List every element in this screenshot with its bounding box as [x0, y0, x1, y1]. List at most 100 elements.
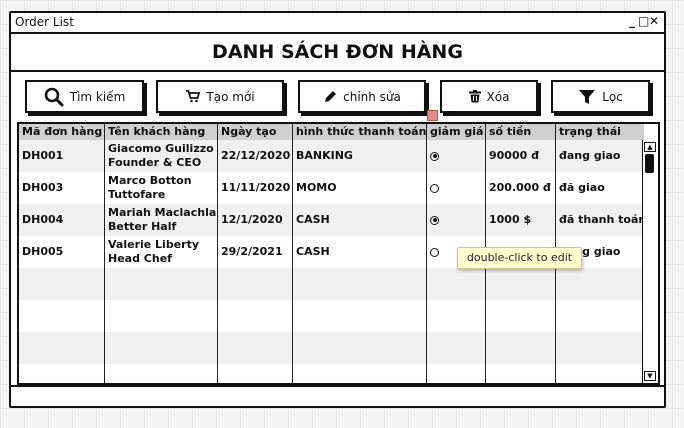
- close-button[interactable]: ✕: [649, 14, 660, 28]
- cell-date: 12/1/2020: [218, 204, 292, 236]
- minimize-button[interactable]: _: [627, 14, 638, 28]
- order-amount: 1000 $: [489, 213, 532, 226]
- search-button-label: Tìm kiếm: [69, 89, 126, 104]
- customer-name: Valerie Liberty: [108, 238, 200, 251]
- search-button[interactable]: Tìm kiếm: [25, 80, 144, 113]
- cell-customer: Giacomo Guilizzo Founder & CEO: [105, 140, 217, 172]
- cell-customer: Valerie Liberty Head Chef: [105, 236, 217, 268]
- page-heading: DANH SÁCH ĐƠN HÀNG: [11, 34, 664, 72]
- window-titlebar: Order List _ □✕: [11, 13, 664, 34]
- cell-order-id: DH001: [19, 140, 104, 172]
- cell-order-id: DH003: [19, 172, 104, 204]
- filter-icon: [578, 88, 596, 106]
- cell-payment: CASH: [293, 204, 426, 236]
- cell-status: đang giao: [556, 140, 644, 172]
- cell-amount: 90000 đ: [486, 140, 555, 172]
- order-date: 22/12/2020: [221, 149, 291, 162]
- customer-title: Better Half: [108, 220, 177, 233]
- scroll-thumb[interactable]: [645, 154, 654, 173]
- table-row[interactable]: [19, 364, 644, 383]
- col-header-date[interactable]: Ngày tạo: [218, 124, 292, 140]
- order-id: DH003: [22, 181, 64, 194]
- order-list-window: Order List _ □✕ DANH SÁCH ĐƠN HÀNG Tìm ki…: [9, 11, 666, 408]
- order-date: 11/11/2020: [221, 181, 291, 194]
- cell-amount: 200.000 đ: [486, 172, 555, 204]
- create-button-label: Tạo mới: [206, 89, 255, 104]
- col-header-order-id[interactable]: Mã đơn hàng: [19, 124, 104, 140]
- edit-marker-icon: [427, 110, 438, 121]
- column-divider: [292, 124, 293, 383]
- payment-method: BANKING: [296, 149, 353, 162]
- col-header-discount[interactable]: giảm giá: [427, 124, 485, 140]
- delete-button-label: Xóa: [486, 89, 510, 104]
- table-row[interactable]: [19, 332, 644, 364]
- discount-radio[interactable]: [430, 183, 439, 193]
- table-row[interactable]: [19, 300, 644, 332]
- table-scrollbar[interactable]: ▲ ▼: [642, 140, 658, 383]
- cell-customer: Marco Botton Tuttofare: [105, 172, 217, 204]
- payment-method: CASH: [296, 245, 330, 258]
- order-id: DH004: [22, 213, 64, 226]
- table-row[interactable]: DH003 Marco Botton Tuttofare 11/11/2020 MOMO…: [19, 172, 644, 204]
- cell-order-id: DH005: [19, 236, 104, 268]
- customer-title: Tuttofare: [108, 188, 166, 201]
- table-row[interactable]: DH001 Giacomo Guilizzo Founder & CEO 22/12/…: [19, 140, 644, 172]
- table-header: Mã đơn hàng Tên khách hàng Ngày tạo hình…: [19, 124, 644, 141]
- customer-name: Marco Botton: [108, 174, 192, 187]
- cell-payment: MOMO: [293, 172, 426, 204]
- order-status: đã thanh toán: [559, 213, 644, 226]
- order-date: 29/2/2021: [221, 245, 283, 258]
- customer-name: Mariah Maclachlan: [108, 206, 217, 219]
- customer-title: Founder & CEO: [108, 156, 202, 169]
- order-status: đang giao: [559, 149, 621, 162]
- payment-method: MOMO: [296, 181, 337, 194]
- status-bar: [11, 385, 664, 406]
- cell-customer: Mariah Maclachlan Better Half: [105, 204, 217, 236]
- customer-name: Giacomo Guilizzo: [108, 142, 214, 155]
- filter-button[interactable]: Lọc: [551, 80, 650, 113]
- toolbar: Tìm kiếm Tạo mới chỉnh sửa Xóa Lọc: [11, 72, 664, 124]
- cell-payment: CASH: [293, 236, 426, 268]
- delete-button[interactable]: Xóa: [440, 80, 538, 113]
- cell-payment: BANKING: [293, 140, 426, 172]
- table-row[interactable]: DH004 Mariah Maclachlan Better Half 12/1/20…: [19, 204, 644, 236]
- pencil-icon: [323, 90, 337, 104]
- col-header-status[interactable]: trạng thái: [556, 124, 644, 140]
- cell-status: đã giao: [556, 172, 644, 204]
- order-status: đã giao: [559, 181, 605, 194]
- edit-button-label: chỉnh sửa: [343, 89, 401, 104]
- col-header-customer[interactable]: Tên khách hàng: [105, 124, 217, 140]
- column-divider: [426, 124, 427, 383]
- cell-amount: 1000 $: [486, 204, 555, 236]
- col-header-payment[interactable]: hình thức thanh toán: [293, 124, 426, 140]
- discount-radio[interactable]: [430, 247, 439, 257]
- discount-radio[interactable]: [430, 215, 439, 225]
- customer-title: Head Chef: [108, 252, 172, 265]
- maximize-button[interactable]: □: [638, 14, 649, 28]
- cell-discount: [427, 172, 485, 204]
- order-amount: 200.000 đ: [489, 181, 551, 194]
- cell-discount: [427, 204, 485, 236]
- cell-status: đã thanh toán: [556, 204, 644, 236]
- scroll-up-button[interactable]: ▲: [644, 142, 656, 152]
- scroll-down-button[interactable]: ▼: [644, 371, 656, 381]
- edit-button[interactable]: chỉnh sửa: [298, 80, 426, 113]
- table-row[interactable]: [19, 268, 644, 300]
- column-divider: [217, 124, 218, 383]
- create-button[interactable]: Tạo mới: [156, 80, 284, 113]
- column-divider: [104, 124, 105, 383]
- cell-discount: [427, 140, 485, 172]
- cell-date: 29/2/2021: [218, 236, 292, 268]
- cell-date: 22/12/2020: [218, 140, 292, 172]
- trash-icon: [468, 90, 481, 103]
- cell-order-id: DH004: [19, 204, 104, 236]
- discount-radio[interactable]: [430, 151, 439, 161]
- edit-tooltip: double-click to edit: [457, 247, 582, 269]
- search-icon: [44, 87, 64, 107]
- col-header-amount[interactable]: số tiền: [486, 124, 555, 140]
- order-amount: 90000 đ: [489, 149, 539, 162]
- filter-button-label: Lọc: [602, 89, 623, 104]
- order-date: 12/1/2020: [221, 213, 283, 226]
- window-title: Order List: [15, 15, 74, 29]
- window-controls: _ □✕: [627, 14, 660, 28]
